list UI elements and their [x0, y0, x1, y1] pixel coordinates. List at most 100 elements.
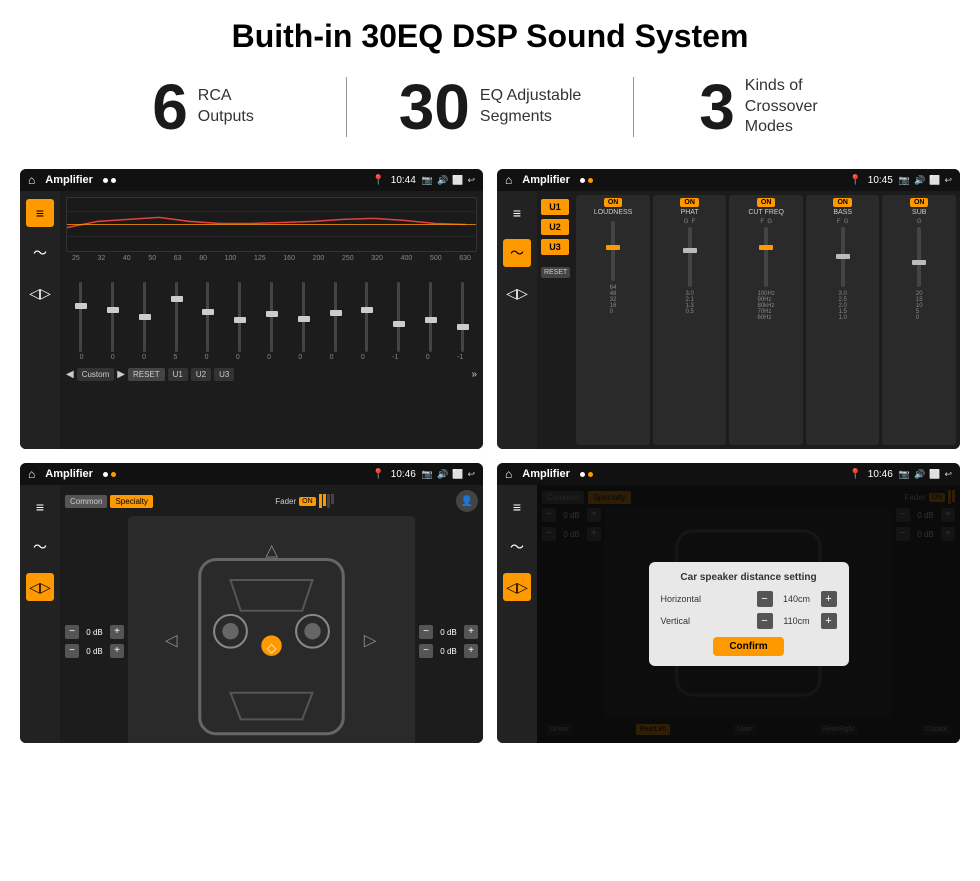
- sub-fader[interactable]: [917, 227, 921, 287]
- u1-btn[interactable]: U1: [168, 368, 188, 381]
- distance-app-name: Amplifier: [522, 468, 570, 480]
- u3-crossover-btn[interactable]: U3: [541, 239, 569, 255]
- eq-slider-10[interactable]: [352, 282, 382, 352]
- play-icon[interactable]: ▶: [117, 369, 125, 380]
- eq-freq-labels: 253240506380100125160200250320400500630: [66, 255, 477, 262]
- speaker-controls: − 0 dB + − 0 dB +: [65, 516, 478, 743]
- speaker-icon[interactable]: ◁▷: [26, 279, 54, 307]
- eq-slider-4[interactable]: [161, 282, 191, 352]
- confirm-button[interactable]: Confirm: [713, 637, 783, 656]
- distance-main: Common Specialty Fader ON: [537, 485, 960, 743]
- sub-title: SUB: [912, 209, 926, 216]
- eq-slider-8[interactable]: [288, 282, 318, 352]
- crossover-reset-btn[interactable]: RESET: [541, 267, 570, 278]
- phat-fader[interactable]: [688, 227, 692, 287]
- back-icon-2[interactable]: ↩: [944, 175, 952, 186]
- loudness-fader[interactable]: [611, 221, 615, 281]
- vol2-plus[interactable]: +: [110, 644, 124, 658]
- loudness-on[interactable]: ON: [604, 198, 623, 207]
- eq-slider-5[interactable]: [193, 282, 223, 352]
- eq-screen: ⌂ Amplifier 📍 10:44 📷 🔊 ⬜ ↩ ≡ 〜 ◁▷: [20, 169, 483, 449]
- u3-btn[interactable]: U3: [214, 368, 234, 381]
- specialty-btn[interactable]: Specialty: [110, 495, 152, 508]
- home-icon-2[interactable]: ⌂: [505, 173, 512, 187]
- vol3-plus[interactable]: +: [464, 625, 478, 639]
- u2-btn[interactable]: U2: [191, 368, 211, 381]
- eq-icon-4[interactable]: ≡: [503, 493, 531, 521]
- cutfreq-on[interactable]: ON: [757, 198, 776, 207]
- back-icon-3[interactable]: ↩: [467, 469, 475, 480]
- eq-slider-7[interactable]: [257, 282, 287, 352]
- vol2-minus[interactable]: −: [65, 644, 79, 658]
- vertical-plus[interactable]: +: [821, 613, 837, 629]
- vol-row-3: − 0 dB +: [419, 625, 478, 639]
- custom-preset-btn[interactable]: Custom: [77, 368, 115, 381]
- common-btn[interactable]: Common: [65, 495, 107, 508]
- eq-main-area: 253240506380100125160200250320400500630: [60, 191, 483, 449]
- sub-g: G: [917, 219, 922, 225]
- speaker-status-bar: ⌂ Amplifier 📍 10:46 📷 🔊 ⬜ ↩: [20, 463, 483, 485]
- eq-icon-2[interactable]: ≡: [503, 199, 531, 227]
- car-diagram-svg: ◇ ◁ ▷ △ ▽: [128, 516, 415, 743]
- eq-status-icons: 📷 🔊 ⬜ ↩: [422, 175, 475, 186]
- wave-icon-3[interactable]: 〜: [26, 533, 54, 561]
- vol3-minus[interactable]: −: [419, 625, 433, 639]
- u2-crossover-btn[interactable]: U2: [541, 219, 569, 235]
- vol3-val: 0 dB: [436, 628, 461, 637]
- eq-icon-3[interactable]: ≡: [26, 493, 54, 521]
- horizontal-plus[interactable]: +: [821, 591, 837, 607]
- eq-slider-9[interactable]: [320, 282, 350, 352]
- phat-on[interactable]: ON: [680, 198, 699, 207]
- home-icon-4[interactable]: ⌂: [505, 467, 512, 481]
- wave-icon[interactable]: 〜: [26, 239, 54, 267]
- eq-dots: [103, 178, 116, 183]
- back-icon[interactable]: ↩: [467, 175, 475, 186]
- camera-icon-4: 📷: [899, 469, 910, 480]
- crossover-dots: [580, 178, 593, 183]
- prev-icon[interactable]: ◀: [66, 369, 74, 380]
- eq-slider-13[interactable]: [447, 282, 477, 352]
- bass-fader[interactable]: [841, 227, 845, 287]
- eq-slider-2[interactable]: [98, 282, 128, 352]
- fader-bar-2: [323, 494, 326, 506]
- eq-slider-12[interactable]: [415, 282, 445, 352]
- distance-dots: [580, 472, 593, 477]
- wave-icon-2[interactable]: 〜: [503, 239, 531, 267]
- cutfreq-title: CUT FREQ: [748, 209, 784, 216]
- fader-on[interactable]: ON: [299, 497, 316, 506]
- reset-btn[interactable]: RESET: [128, 368, 165, 381]
- cutfreq-gf: F G: [760, 219, 772, 225]
- vol4-plus[interactable]: +: [464, 644, 478, 658]
- crossover-content: ≡ 〜 ◁▷ U1 U2 U3 RESET: [497, 191, 960, 449]
- eq-slider-11[interactable]: [384, 282, 414, 352]
- speaker-icon-4[interactable]: ◁▷: [503, 573, 531, 601]
- cutfreq-fader[interactable]: [764, 227, 768, 287]
- sub-on[interactable]: ON: [910, 198, 929, 207]
- distance-modal: Car speaker distance setting Horizontal …: [649, 562, 849, 666]
- vertical-label: Vertical: [661, 616, 691, 626]
- home-icon-3[interactable]: ⌂: [28, 467, 35, 481]
- stat-rca-number: 6: [152, 75, 188, 139]
- vol1-plus[interactable]: +: [110, 625, 124, 639]
- back-icon-4[interactable]: ↩: [944, 469, 952, 480]
- u1-crossover-btn[interactable]: U1: [541, 199, 569, 215]
- horizontal-control: − 140cm +: [757, 591, 837, 607]
- expand-icon[interactable]: »: [471, 369, 477, 380]
- wave-icon-4[interactable]: 〜: [503, 533, 531, 561]
- eq-slider-1[interactable]: [66, 282, 96, 352]
- distance-status-bar: ⌂ Amplifier 📍 10:46 📷 🔊 ⬜ ↩: [497, 463, 960, 485]
- vertical-minus[interactable]: −: [757, 613, 773, 629]
- vol1-minus[interactable]: −: [65, 625, 79, 639]
- vertical-control: − 110cm +: [757, 613, 837, 629]
- speaker-icon-3[interactable]: ◁▷: [26, 573, 54, 601]
- eq-icon[interactable]: ≡: [26, 199, 54, 227]
- speaker-icon-2[interactable]: ◁▷: [503, 279, 531, 307]
- eq-slider-6[interactable]: [225, 282, 255, 352]
- eq-slider-3[interactable]: [130, 282, 160, 352]
- horizontal-minus[interactable]: −: [757, 591, 773, 607]
- home-icon[interactable]: ⌂: [28, 173, 35, 187]
- modal-overlay: Car speaker distance setting Horizontal …: [537, 485, 960, 743]
- bass-on[interactable]: ON: [833, 198, 852, 207]
- vol4-minus[interactable]: −: [419, 644, 433, 658]
- volume-icon-2: 🔊: [914, 175, 925, 186]
